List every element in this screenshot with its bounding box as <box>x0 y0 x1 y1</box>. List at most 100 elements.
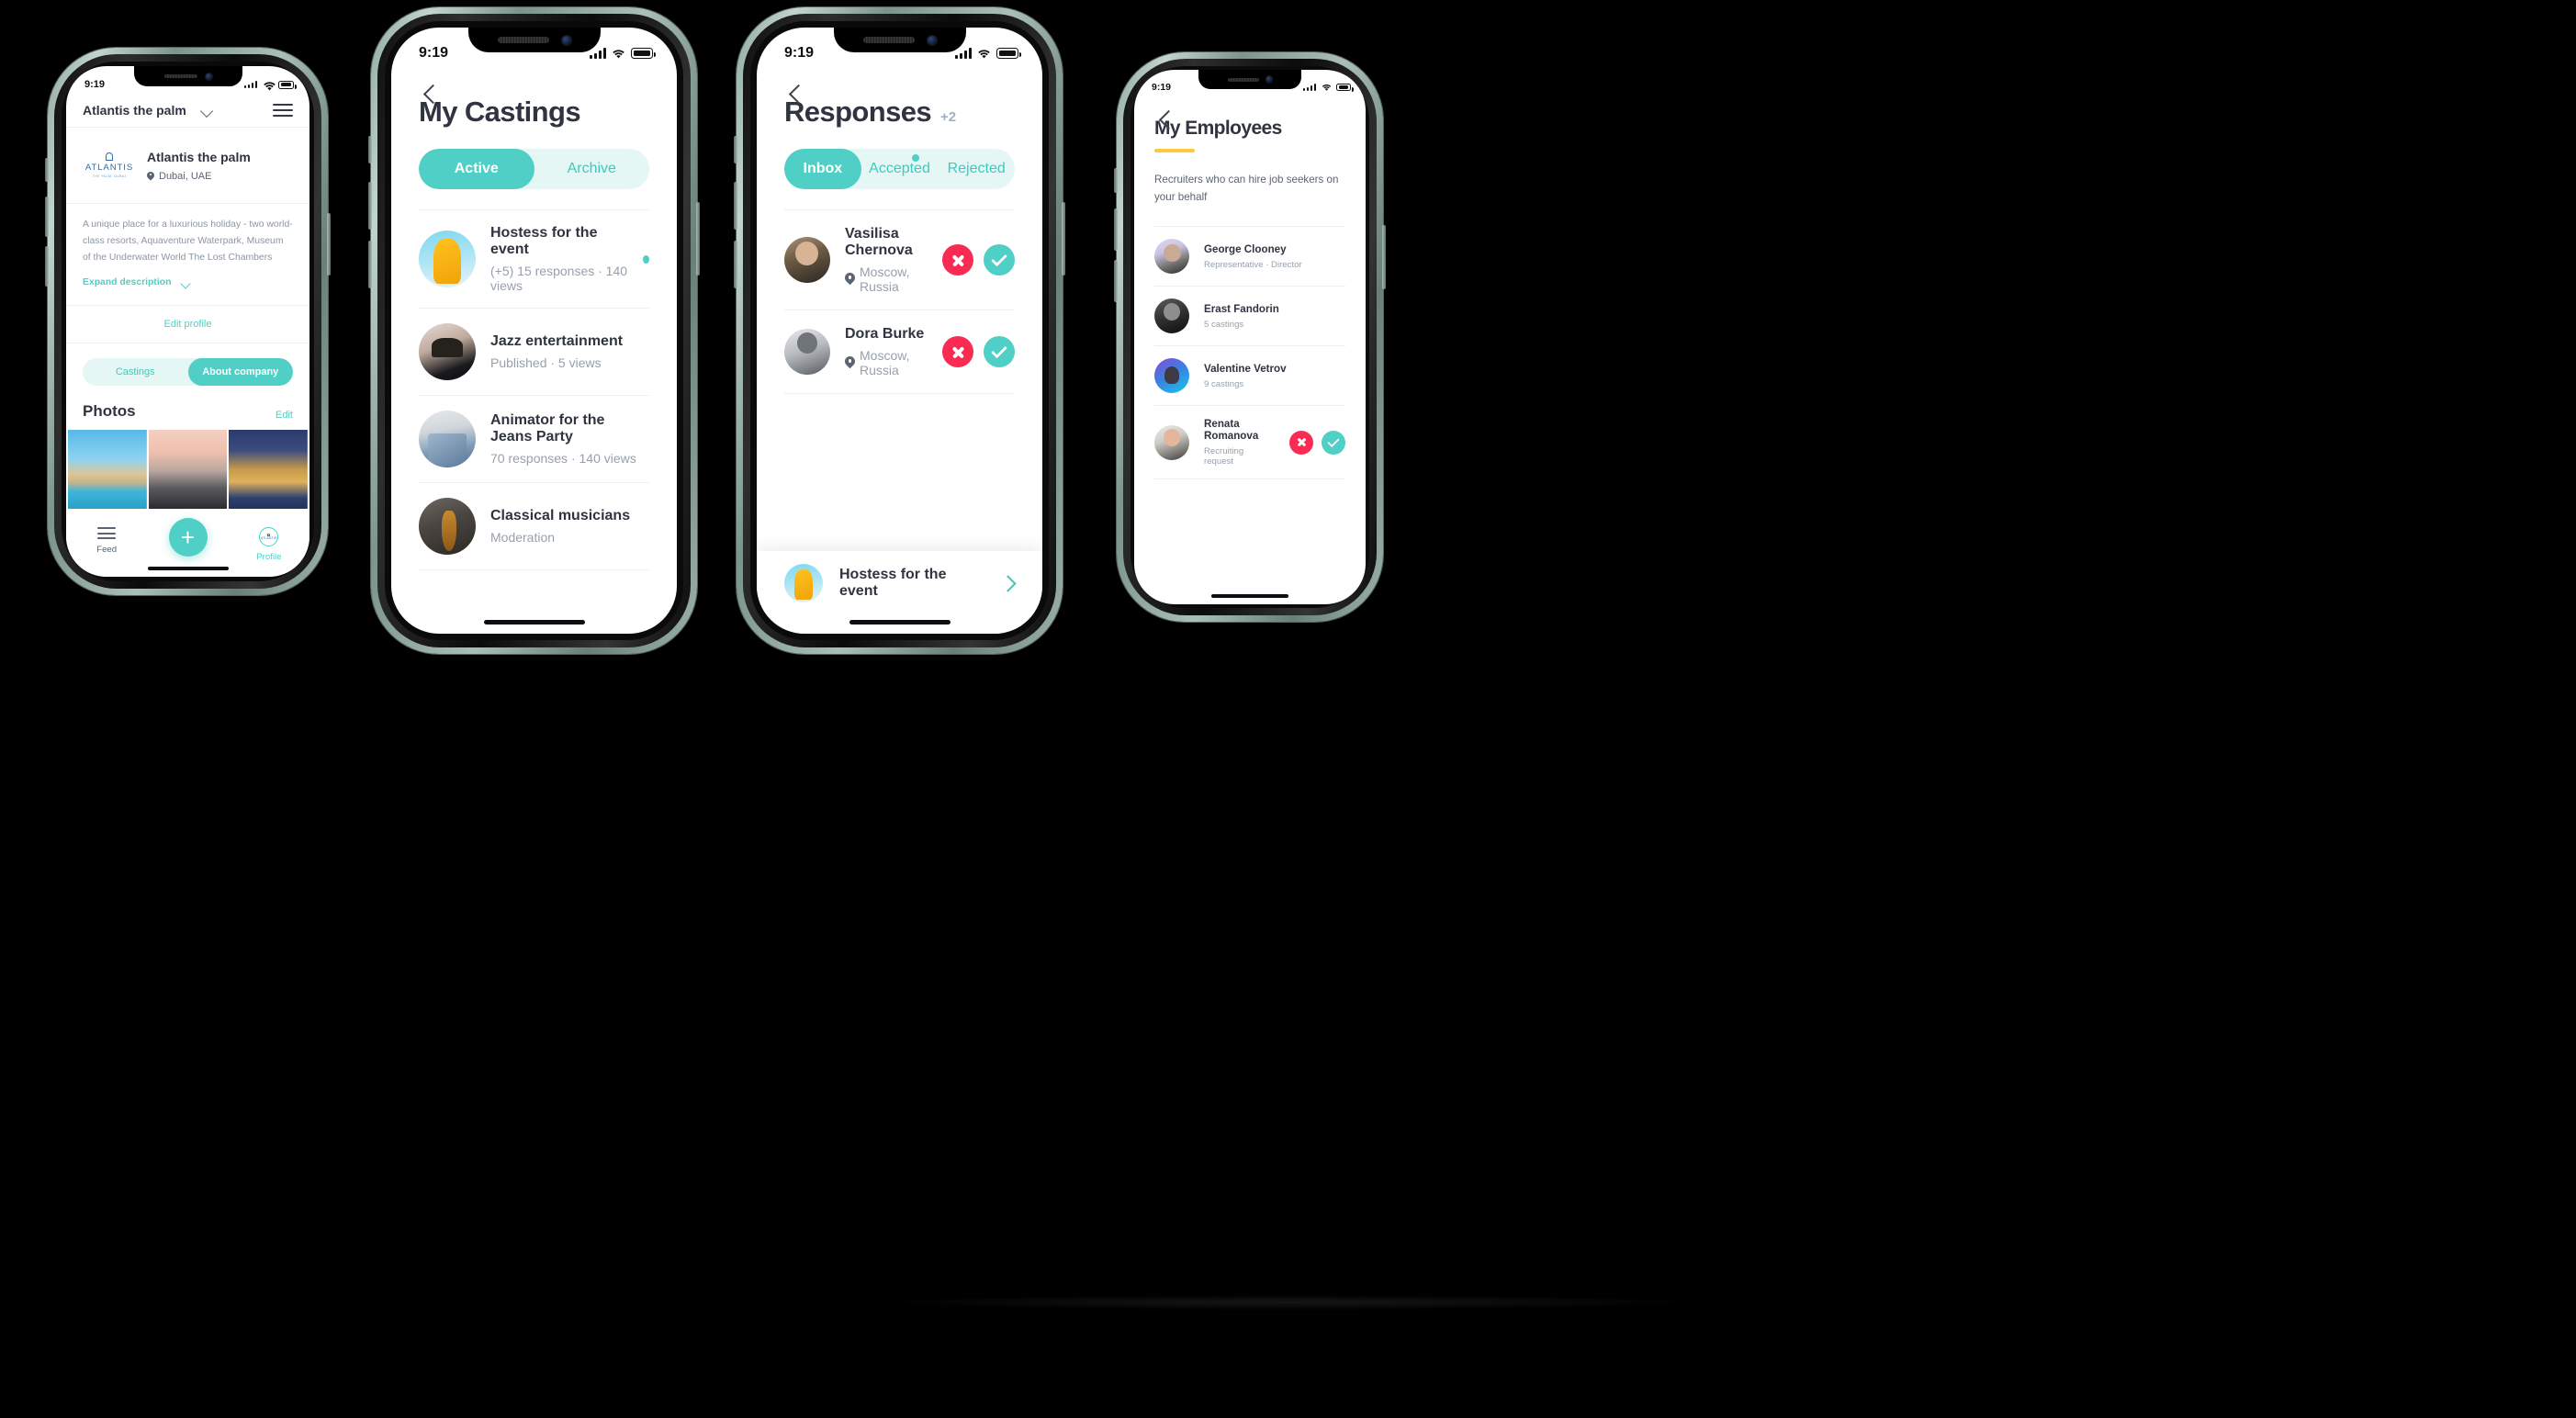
casting-meta: (+5) 15 responses · 140 views <box>490 264 628 293</box>
employee-row[interactable]: Valentine Vetrov 9 castings <box>1154 346 1345 405</box>
gallery-photo[interactable] <box>68 429 147 509</box>
accept-button[interactable] <box>1322 430 1345 455</box>
response-text: Dora Burke Moscow, Russia <box>845 326 928 377</box>
employee-meta: Recruiting request <box>1204 446 1244 467</box>
reject-button[interactable] <box>942 336 973 367</box>
tab-about-company[interactable]: About company <box>187 357 293 386</box>
employee-name: Valentine Vetrov <box>1204 362 1287 375</box>
volume-up-button[interactable] <box>734 182 737 230</box>
status-time: 9:19 <box>84 79 106 90</box>
response-location: Moscow, Russia <box>845 348 928 377</box>
volume-down-button[interactable] <box>45 246 49 287</box>
notch <box>467 28 601 52</box>
employee-row[interactable]: Erast Fandorin 5 castings <box>1154 287 1345 345</box>
power-button[interactable] <box>1062 202 1065 276</box>
casting-avatar <box>419 498 476 555</box>
volume-down-button[interactable] <box>368 241 372 288</box>
volume-down-button[interactable] <box>734 241 737 288</box>
tab-feed[interactable]: Feed <box>66 527 147 555</box>
gallery-photo[interactable] <box>229 429 309 509</box>
employee-avatar <box>1154 358 1189 394</box>
power-button[interactable] <box>696 202 700 276</box>
divider <box>419 569 649 570</box>
hamburger-menu-icon[interactable] <box>273 104 293 117</box>
status-indicators <box>955 48 1021 59</box>
map-pin-icon <box>147 172 154 181</box>
employee-meta: 5 castings <box>1204 319 1244 330</box>
power-button[interactable] <box>1382 225 1386 289</box>
wifi-icon <box>612 48 625 59</box>
tab-accepted-label: Accepted <box>869 161 930 176</box>
reject-button[interactable] <box>1289 430 1313 455</box>
battery-full-icon <box>631 48 656 59</box>
phone1-screen: 9:19 Atlantis the palm ATLANTIS THE PALM… <box>66 66 309 577</box>
battery-full-icon <box>996 48 1021 59</box>
home-indicator <box>1211 594 1288 598</box>
power-button[interactable] <box>327 213 331 276</box>
company-avatar-icon: ATLANTIS <box>259 527 279 546</box>
phone1-app: Atlantis the palm ATLANTIS THE PALM, DUB… <box>66 66 309 577</box>
volume-down-button[interactable] <box>1114 260 1118 302</box>
tab-accepted[interactable]: Accepted <box>861 149 939 189</box>
accept-button[interactable] <box>984 244 1015 276</box>
add-casting-button[interactable]: + <box>168 518 208 557</box>
company-switcher-label[interactable]: Atlantis the palm <box>83 103 186 118</box>
close-x-icon <box>951 345 965 359</box>
volume-up-button[interactable] <box>45 197 49 237</box>
photos-edit-button[interactable]: Edit <box>276 410 293 421</box>
employee-row[interactable]: George Clooney Representative · Director <box>1154 227 1345 286</box>
response-location-label: Moscow, Russia <box>860 348 910 377</box>
phone4-app: My Employees Recruiters who can hire job… <box>1134 70 1366 604</box>
page-title: My Employees <box>1154 118 1282 139</box>
tab-archive[interactable]: Archive <box>534 149 650 189</box>
notch <box>1198 70 1301 89</box>
gallery-photo[interactable] <box>148 429 228 509</box>
home-indicator <box>147 567 229 570</box>
tab-profile[interactable]: ATLANTIS Profile <box>229 527 309 562</box>
chevron-right-icon[interactable] <box>999 575 1015 591</box>
employee-row[interactable]: Renata Romanova Recruiting request <box>1154 406 1345 478</box>
volume-up-button[interactable] <box>368 182 372 230</box>
cellular-bars-icon <box>1302 84 1316 91</box>
response-row[interactable]: Vasilisa Chernova Moscow, Russia <box>784 210 1015 309</box>
casting-title: Hostess for the event <box>490 225 598 257</box>
tab-feed-label: Feed <box>96 545 118 555</box>
tab-rejected[interactable]: Rejected <box>938 149 1015 189</box>
phone2-app: My Castings Active Archive Hostess for t… <box>391 28 677 634</box>
mute-switch[interactable] <box>1114 168 1118 193</box>
responses-segmented-control: Inbox Accepted Rejected <box>784 149 1015 189</box>
casting-row[interactable]: Hostess for the event (+5) 15 responses … <box>419 210 649 308</box>
casting-row[interactable]: Animator for the Jeans Party 70 response… <box>419 396 649 482</box>
atlantis-arch-icon <box>106 152 113 161</box>
check-icon <box>991 250 1007 266</box>
cellular-bars-icon <box>955 48 972 59</box>
employee-text: Valentine Vetrov 9 castings <box>1204 363 1287 389</box>
reject-button[interactable] <box>942 244 973 276</box>
wifi-icon <box>977 48 991 59</box>
mute-switch[interactable] <box>368 136 372 163</box>
mute-switch[interactable] <box>734 136 737 163</box>
phone3-app: Responses +2 Inbox Accepted Rejected Vas… <box>757 28 1042 634</box>
tab-inbox[interactable]: Inbox <box>784 149 861 189</box>
casting-text: Animator for the Jeans Party 70 response… <box>490 412 649 466</box>
earpiece-speaker <box>163 73 197 79</box>
response-name: Vasilisa Chernova <box>845 226 913 258</box>
casting-row[interactable]: Classical musicians Moderation <box>419 483 649 569</box>
casting-row[interactable]: Jazz entertainment Published · 5 views <box>419 309 649 395</box>
accept-button[interactable] <box>984 336 1015 367</box>
employee-avatar <box>1154 298 1189 334</box>
screenshot-stage: 9:19 Atlantis the palm ATLANTIS THE PALM… <box>0 0 2576 1418</box>
tab-active[interactable]: Active <box>419 149 534 189</box>
chevron-down-icon[interactable] <box>199 103 214 118</box>
volume-up-button[interactable] <box>1114 208 1118 251</box>
response-row[interactable]: Dora Burke Moscow, Russia <box>784 310 1015 393</box>
edit-profile-button[interactable]: Edit profile <box>66 306 309 343</box>
divider <box>1154 478 1345 480</box>
ground-reflection <box>883 1295 1693 1310</box>
casting-title: Animator for the Jeans Party <box>490 412 605 445</box>
tab-castings[interactable]: Castings <box>83 358 188 386</box>
expand-description-button[interactable]: Expand description <box>66 266 309 305</box>
mute-switch[interactable] <box>45 158 49 182</box>
employee-name: George Clooney <box>1204 242 1287 255</box>
earpiece-speaker <box>1227 77 1259 82</box>
